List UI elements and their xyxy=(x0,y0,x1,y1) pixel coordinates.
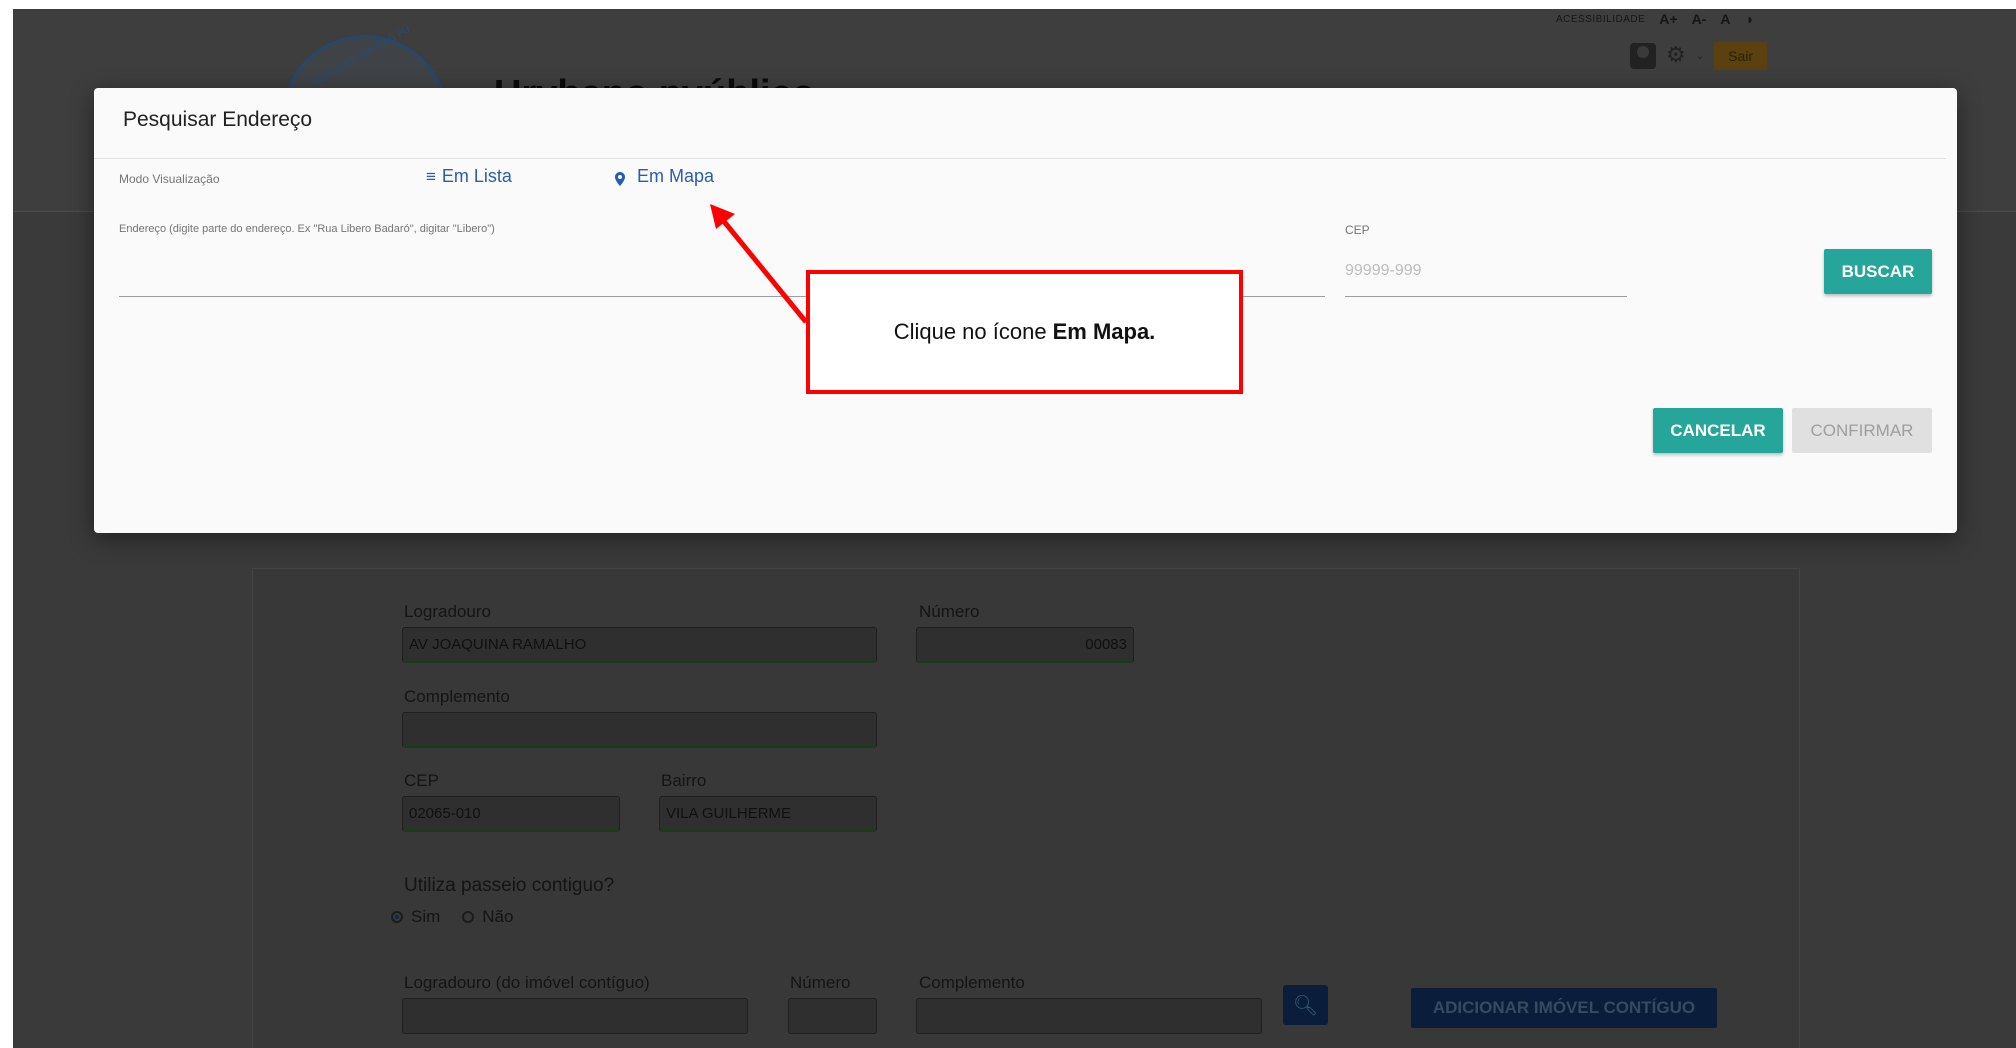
passeio-radio-group: Sim Não xyxy=(391,907,513,927)
map-pin-icon xyxy=(615,170,625,186)
instruction-callout: Clique no ícone Em Mapa. xyxy=(806,270,1243,394)
logradouro-field[interactable]: AV JOAQUINA RAMALHO xyxy=(402,627,877,663)
cep-label-bg: CEP xyxy=(404,771,439,790)
cep-field-label: CEP xyxy=(1345,223,1370,237)
complemento-field[interactable] xyxy=(402,712,877,748)
view-mode-list-label: Em Lista xyxy=(441,166,512,186)
view-mode-list[interactable]: ≡ Em Lista xyxy=(426,166,512,187)
modal-divider xyxy=(94,158,1946,159)
search-contiguo-button[interactable]: 🔍︎ xyxy=(1283,985,1328,1025)
modal-title: Pesquisar Endereço xyxy=(123,108,313,131)
accessibility-label: ACESSIBILIDADE xyxy=(1556,13,1646,25)
bairro-field[interactable]: VILA GUILHERME xyxy=(659,796,877,832)
confirm-button[interactable]: CONFIRMAR xyxy=(1792,408,1932,453)
logradouro-contiguo-field[interactable] xyxy=(402,998,748,1034)
user-avatar-icon[interactable] xyxy=(1630,43,1656,69)
gear-icon[interactable]: ⚙ xyxy=(1666,45,1686,67)
address-field-label: Endereço (digite parte do endereço. Ex "… xyxy=(119,223,495,235)
accessibility-bar: ACESSIBILIDADE A+ A- A ◑ xyxy=(1556,9,1753,29)
cep-field-bg[interactable]: 02065-010 xyxy=(402,796,620,832)
logradouro-contiguo-label: Logradouro (do imóvel contíguo) xyxy=(404,973,650,992)
buscar-button[interactable]: BUSCAR xyxy=(1824,249,1932,294)
bairro-label: Bairro xyxy=(661,771,707,790)
complemento-contiguo-label: Complemento xyxy=(919,973,1025,992)
search-icon: 🔍︎ xyxy=(1292,993,1319,1017)
cancel-button[interactable]: CANCELAR xyxy=(1653,408,1783,453)
radio-nao[interactable] xyxy=(462,911,475,923)
logradouro-label: Logradouro xyxy=(404,602,491,621)
complemento-contiguo-field[interactable] xyxy=(916,998,1262,1034)
radio-nao-label: Não xyxy=(482,907,514,926)
callout-text: Clique no ícone xyxy=(893,319,1047,344)
user-tools: ⚙ ⌄ Sair xyxy=(1630,42,1768,70)
contrast-icon[interactable]: ◑ xyxy=(1744,11,1752,27)
radio-sim[interactable] xyxy=(391,911,403,923)
list-icon: ≡ xyxy=(426,166,436,186)
numero-contiguo-field[interactable] xyxy=(788,998,877,1034)
numero-label: Número xyxy=(919,602,980,621)
complemento-label: Complemento xyxy=(404,687,510,706)
cep-input[interactable]: 99999-999 xyxy=(1345,262,1422,280)
font-normal-button[interactable]: A xyxy=(1720,11,1730,27)
font-increase-button[interactable]: A+ xyxy=(1659,11,1677,27)
passeio-question: Utiliza passeio contiguo? xyxy=(404,875,615,896)
numero-field[interactable]: 00083 xyxy=(916,627,1134,663)
font-decrease-button[interactable]: A- xyxy=(1692,11,1707,27)
add-contiguous-property-button[interactable]: ADICIONAR IMÓVEL CONTÍGUO xyxy=(1411,988,1717,1028)
logout-button[interactable]: Sair xyxy=(1714,42,1768,70)
radio-sim-label: Sim xyxy=(411,907,441,926)
view-mode-map-label: Em Mapa xyxy=(637,166,715,186)
view-mode-map[interactable]: Em Mapa xyxy=(615,166,714,187)
cep-input-underline xyxy=(1345,296,1627,297)
chevron-down-icon[interactable]: ⌄ xyxy=(1696,51,1704,62)
callout-bold-text: Em Mapa. xyxy=(1052,319,1156,344)
numero-contiguo-label: Número xyxy=(790,973,851,992)
view-mode-label: Modo Visualização xyxy=(119,172,220,186)
